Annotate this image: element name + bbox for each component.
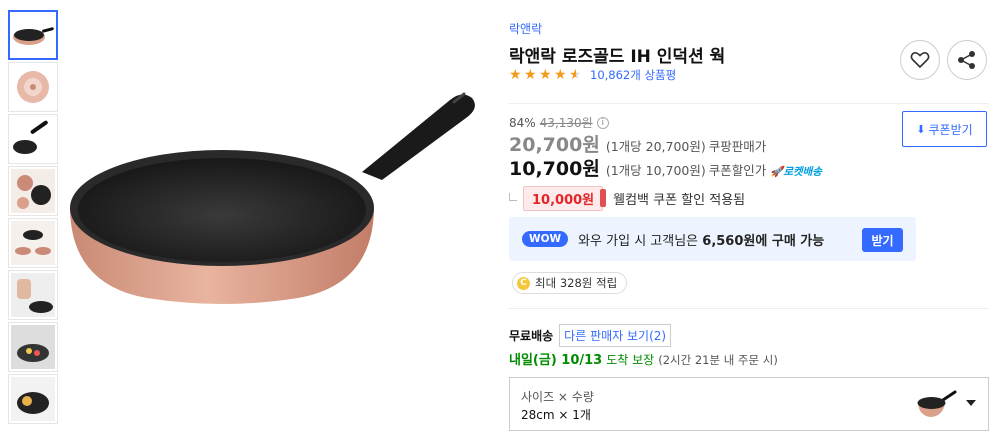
rocket-icon: 🚀 xyxy=(770,166,784,178)
star-icon: ★ xyxy=(554,67,567,83)
star-icon: ★ xyxy=(509,67,522,83)
sale-price: 20,700원 xyxy=(509,134,600,156)
delivery-date: 내일(금) 10/13 xyxy=(509,353,603,368)
shipping-row: 무료배송 다른 판매자 보기(2) xyxy=(509,324,672,347)
pan-thumbnail-image xyxy=(13,27,54,45)
free-shipping-label: 무료배송 xyxy=(509,329,554,343)
thumbnail-8[interactable] xyxy=(8,374,58,424)
download-icon: ⬇ xyxy=(916,122,926,136)
sale-price-row: 20,700원 (1개당 20,700원) 쿠팡판매가 xyxy=(509,130,766,157)
wow-text: 와우 가입 시 고객님은 6,560원에 구매 가능 xyxy=(578,230,824,249)
sale-unit-price: (1개당 20,700원) xyxy=(605,139,706,154)
sale-price-type: 쿠팡판매가 xyxy=(708,139,767,154)
option-select[interactable]: 사이즈 × 수량 28cm × 1개 xyxy=(509,377,989,431)
thumbnail-3[interactable] xyxy=(8,114,58,164)
wow-price: 6,560원 xyxy=(702,233,756,249)
pan-hand-thumbnail-image xyxy=(11,273,55,317)
pan-bottom-thumbnail-image xyxy=(17,71,49,103)
wow-badge: WOW xyxy=(522,231,569,247)
wow-text-prefix: 와우 가입 시 고객님은 xyxy=(578,233,699,249)
product-title: 락앤락 로즈골드 IH 인덕션 웍 xyxy=(509,47,726,67)
order-deadline: (2시간 21분 내 주문 시) xyxy=(658,353,778,367)
brand-link[interactable]: 락앤락 xyxy=(509,20,542,37)
discount-rate: 84% xyxy=(509,115,536,130)
wow-text-suffix: 에 구매 가능 xyxy=(755,233,825,249)
divider xyxy=(509,103,989,104)
option-value: 28cm × 1개 xyxy=(521,408,591,422)
product-page: 락앤락 락앤락 로즈골드 IH 인덕션 웍 ★ ★ ★ ★ ★ 10,862개 … xyxy=(0,0,996,444)
welcome-coupon-text: 웰컴백 쿠폰 할인 적용됨 xyxy=(613,193,746,208)
thumbnail-5[interactable] xyxy=(8,218,58,268)
coin-icon: C xyxy=(517,276,530,290)
thumbnail-2[interactable] xyxy=(8,62,58,112)
share-icon xyxy=(958,51,975,69)
main-product-image xyxy=(70,92,475,304)
pan-set-thumbnail-image xyxy=(11,169,55,213)
pan-detail-thumbnail-image xyxy=(11,377,55,421)
half-star-icon: ★ xyxy=(569,67,582,83)
welcome-coupon-row: 10,000원 웰컴백 쿠폰 할인 적용됨 xyxy=(509,186,745,211)
points-text: 최대 328원 적립 xyxy=(535,276,618,290)
review-count-link[interactable]: 10,862개 상품평 xyxy=(590,67,676,83)
heart-icon xyxy=(910,52,930,69)
coupon-download-button[interactable]: ⬇ 쿠폰받기 xyxy=(902,111,987,147)
pan-cooking-thumbnail-image xyxy=(11,325,55,369)
rocket-delivery-badge: 🚀로켓배송 xyxy=(770,164,822,179)
pan-handle-thumbnail-image xyxy=(13,120,48,154)
original-price: 43,130원 xyxy=(539,116,593,130)
star-icon: ★ xyxy=(524,67,537,83)
delivery-guarantee: 도착 보장 xyxy=(606,353,655,367)
coupon-notch xyxy=(600,189,607,207)
thumbnail-4[interactable] xyxy=(8,166,58,216)
rocket-label: 로켓배송 xyxy=(783,166,822,178)
coupon-price-type: 쿠폰할인가 xyxy=(708,163,767,178)
thumbnail-7[interactable] xyxy=(8,322,58,372)
thumbnail-list xyxy=(8,10,58,426)
delivery-row: 내일(금) 10/13 도착 보장 (2시간 21분 내 주문 시) xyxy=(509,349,778,368)
coupon-price: 10,700원 xyxy=(509,158,600,180)
thumbnail-6[interactable] xyxy=(8,270,58,320)
corner-connector xyxy=(509,192,517,201)
coupon-price-row: 10,700원 (1개당 10,700원) 쿠폰할인가 🚀로켓배송 xyxy=(509,154,822,181)
welcome-coupon-value: 10,000원 xyxy=(532,193,595,208)
divider xyxy=(509,308,989,309)
coupon-unit-price: (1개당 10,700원) xyxy=(605,163,706,178)
wow-get-button[interactable]: 받기 xyxy=(862,228,903,252)
option-label: 사이즈 × 수량 xyxy=(521,390,594,404)
wishlist-button[interactable] xyxy=(900,40,940,80)
caret-down-icon xyxy=(966,400,976,406)
wow-membership-box: WOW 와우 가입 시 고객님은 6,560원에 구매 가능 받기 xyxy=(509,217,916,261)
option-thumbnail-image xyxy=(917,390,957,417)
rating-stars: ★ ★ ★ ★ ★ xyxy=(509,68,584,82)
welcome-coupon-amount: 10,000원 xyxy=(523,186,607,211)
other-sellers-button[interactable]: 다른 판매자 보기(2) xyxy=(559,324,672,347)
pan-lineup-thumbnail-image xyxy=(11,221,55,265)
product-info-panel: 락앤락 락앤락 로즈골드 IH 인덕션 웍 ★ ★ ★ ★ ★ 10,862개 … xyxy=(509,0,989,444)
rating[interactable]: ★ ★ ★ ★ ★ 10,862개 상품평 xyxy=(509,67,676,83)
star-icon: ★ xyxy=(539,67,552,83)
coupon-download-label: 쿠폰받기 xyxy=(928,122,973,137)
info-icon[interactable]: i xyxy=(596,116,609,129)
thumbnail-1[interactable] xyxy=(8,10,58,60)
share-button[interactable] xyxy=(947,40,987,80)
discount-row: 84% 43,130원 i xyxy=(509,114,609,131)
points-badge: C 최대 328원 적립 xyxy=(512,272,628,294)
